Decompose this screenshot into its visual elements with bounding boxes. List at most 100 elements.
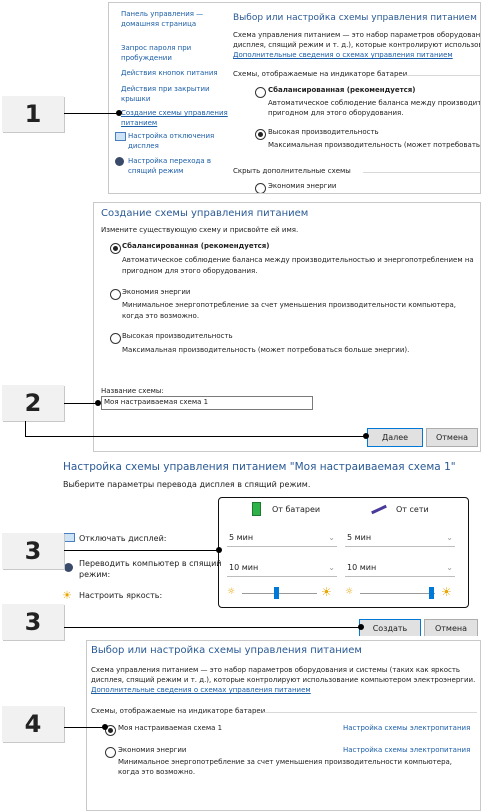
more-info-link[interactable]: Дополнительные сведения о схемах управле… bbox=[233, 51, 453, 59]
callout-dot bbox=[116, 110, 122, 116]
chevron-down-icon: ⌄ bbox=[328, 533, 335, 542]
radio-high-performance[interactable] bbox=[110, 333, 121, 344]
page-title: Выбор или настройка схемы управления пит… bbox=[233, 13, 477, 23]
sidebar-item-label: Запрос пароля при bbox=[121, 44, 192, 52]
description-line: Схема управления питанием — это набор па… bbox=[233, 31, 481, 39]
callout-dot bbox=[216, 547, 222, 553]
hide-plans-label[interactable]: Скрыть дополнительные схемы bbox=[233, 167, 351, 175]
plan-custom-label: Моя настраиваемая схема 1 bbox=[118, 724, 223, 732]
page-subtitle: Выберите параметры перевода дисплея в сп… bbox=[63, 480, 311, 489]
more-info-link[interactable]: Дополнительные сведения о схемах управле… bbox=[91, 686, 311, 694]
sidebar-item-label: питанием bbox=[121, 119, 158, 127]
sidebar-item-label: спящий режим bbox=[128, 167, 184, 175]
cancel-button[interactable]: Отмена bbox=[424, 619, 478, 636]
option-description: Автоматическое соблюдение баланса между … bbox=[122, 256, 474, 264]
page-title: Создание схемы управления питанием bbox=[101, 208, 309, 219]
brightness-ac-thumb[interactable] bbox=[429, 587, 435, 599]
sidebar-item-label: Действия кнопок питания bbox=[121, 69, 218, 77]
callout-dot bbox=[358, 624, 364, 630]
page-subtitle: Измените существующую схему и присвойте … bbox=[101, 226, 299, 234]
description-line: Схема управления питанием — это набор па… bbox=[91, 666, 461, 674]
page-title: Выбор или настройка схемы управления пит… bbox=[91, 645, 362, 656]
callout-line bbox=[64, 627, 360, 628]
chevron-down-icon: ⌄ bbox=[446, 563, 453, 572]
option-description: Минимальное энергопотребление за счет ум… bbox=[122, 301, 457, 309]
chevron-down-icon: ⌄ bbox=[328, 563, 335, 572]
radio-balanced[interactable] bbox=[255, 87, 266, 98]
sun-icon: ☀ bbox=[62, 589, 72, 602]
plan-name-input[interactable]: Моя настраиваемая схема 1 bbox=[101, 396, 313, 410]
sidebar-item-label: дисплея bbox=[128, 142, 159, 150]
plan-saver-label: Экономия энергии bbox=[118, 746, 187, 754]
callout-line bbox=[25, 436, 365, 437]
column-header-ac: От сети bbox=[396, 505, 429, 514]
sleep-battery-select[interactable]: 10 мин ⌄ bbox=[227, 561, 337, 577]
sidebar-item-label: Настройка отключения bbox=[128, 132, 215, 140]
dim-sun-icon: ☼ bbox=[227, 587, 236, 597]
display-off-battery-select[interactable]: 5 мин ⌄ bbox=[227, 531, 337, 547]
sidebar-item-label: Создание схемы управления bbox=[121, 109, 228, 117]
option-balanced-label: Сбалансированная (рекомендуется) bbox=[122, 242, 270, 250]
option-description: пригодном для этого оборудования. bbox=[122, 267, 258, 275]
plan-description: когда это возможно. bbox=[118, 768, 196, 776]
change-plan-settings-link[interactable]: Настройка схемы электропитания bbox=[343, 746, 470, 754]
plan-balanced-label: Сбалансированная (рекомендуется) bbox=[268, 86, 416, 94]
select-value: 5 мин bbox=[347, 533, 372, 542]
sidebar-item-label: Настройка перехода в bbox=[128, 157, 212, 165]
plan-name-label: Название схемы: bbox=[101, 387, 164, 395]
panel-create-plan: Создание схемы управления питанием Измен… bbox=[93, 202, 481, 452]
sidebar-item-label: пробуждении bbox=[121, 54, 172, 62]
radio-high-performance[interactable] bbox=[255, 129, 266, 140]
sidebar-item-create-plan[interactable]: Создание схемы управления питанием bbox=[121, 108, 228, 128]
option-description: Максимальная производительность (может п… bbox=[122, 346, 410, 354]
next-button[interactable]: Далее bbox=[367, 428, 423, 447]
row-label-line: режим: bbox=[79, 570, 111, 579]
step-badge-1: 1 bbox=[2, 96, 64, 132]
change-plan-settings-link[interactable]: Настройка схемы электропитания bbox=[343, 724, 470, 732]
plan-description: Максимальная производительность (может п… bbox=[268, 141, 481, 149]
brightness-ac-track[interactable] bbox=[360, 593, 435, 594]
row-label-sleep: Переводить компьютер в спящий режим: bbox=[79, 558, 221, 580]
sidebar-item-label: домашняя страница bbox=[121, 20, 197, 28]
sidebar-item-label: крышки bbox=[121, 95, 151, 103]
row-label-display-off: Отключать дисплей: bbox=[79, 534, 167, 543]
option-description: когда это возможно. bbox=[122, 312, 200, 320]
dim-sun-icon: ☼ bbox=[345, 587, 354, 597]
sidebar-item-sleep[interactable]: Настройка перехода в спящий режим bbox=[128, 156, 211, 176]
plan-saver-label: Экономия энергии bbox=[268, 182, 337, 190]
display-off-ac-select[interactable]: 5 мин ⌄ bbox=[345, 531, 455, 547]
plan-description: пригодном для этого оборудования. bbox=[268, 109, 404, 117]
step-badge-3: 3 bbox=[2, 533, 64, 569]
step-badge-3b: 3 bbox=[2, 604, 64, 640]
radio-power-saver[interactable] bbox=[255, 183, 266, 193]
bright-sun-icon: ☀ bbox=[321, 585, 332, 599]
brightness-battery-track[interactable] bbox=[242, 593, 317, 594]
callout-dot bbox=[95, 400, 101, 406]
sidebar-item-wake-password[interactable]: Запрос пароля при пробуждении bbox=[121, 43, 191, 63]
sidebar-item-display-off[interactable]: Настройка отключения дисплея bbox=[128, 131, 214, 151]
row-label-line: Переводить компьютер в спящий bbox=[79, 559, 222, 568]
sidebar-item-lid-close[interactable]: Действия при закрытии крышки bbox=[121, 84, 210, 104]
callout-line bbox=[64, 113, 119, 114]
page-title: Настройка схемы управления питанием "Моя… bbox=[63, 461, 456, 473]
brightness-battery-thumb[interactable] bbox=[273, 587, 279, 599]
radio-power-saver[interactable] bbox=[110, 289, 121, 300]
sidebar-item-power-buttons[interactable]: Действия кнопок питания bbox=[121, 69, 218, 77]
plan-name-value: Моя настраиваемая схема 1 bbox=[104, 398, 209, 406]
step-badge-2: 2 bbox=[2, 385, 64, 421]
panel-power-options: Панель управления — домашняя страница За… bbox=[108, 2, 481, 194]
moon-icon bbox=[64, 563, 73, 572]
bright-sun-icon: ☀ bbox=[441, 585, 452, 599]
create-button[interactable]: Создать bbox=[359, 619, 421, 636]
plan-description: Автоматическое соблюдение баланса между … bbox=[268, 99, 481, 107]
group-label: Схемы, отображаемые на индикаторе батаре… bbox=[91, 707, 266, 715]
cancel-button[interactable]: Отмена bbox=[426, 428, 478, 447]
radio-balanced[interactable] bbox=[110, 243, 121, 254]
sleep-ac-select[interactable]: 10 мин ⌄ bbox=[345, 561, 455, 577]
select-value: 5 мин bbox=[229, 533, 254, 542]
sidebar-item-home[interactable]: Панель управления — домашняя страница bbox=[121, 9, 203, 29]
monitor-icon bbox=[64, 533, 75, 542]
plan-description: Минимальное энергопотребление за счет ум… bbox=[118, 758, 453, 766]
radio-power-saver[interactable] bbox=[105, 747, 116, 758]
callout-line bbox=[25, 421, 26, 436]
